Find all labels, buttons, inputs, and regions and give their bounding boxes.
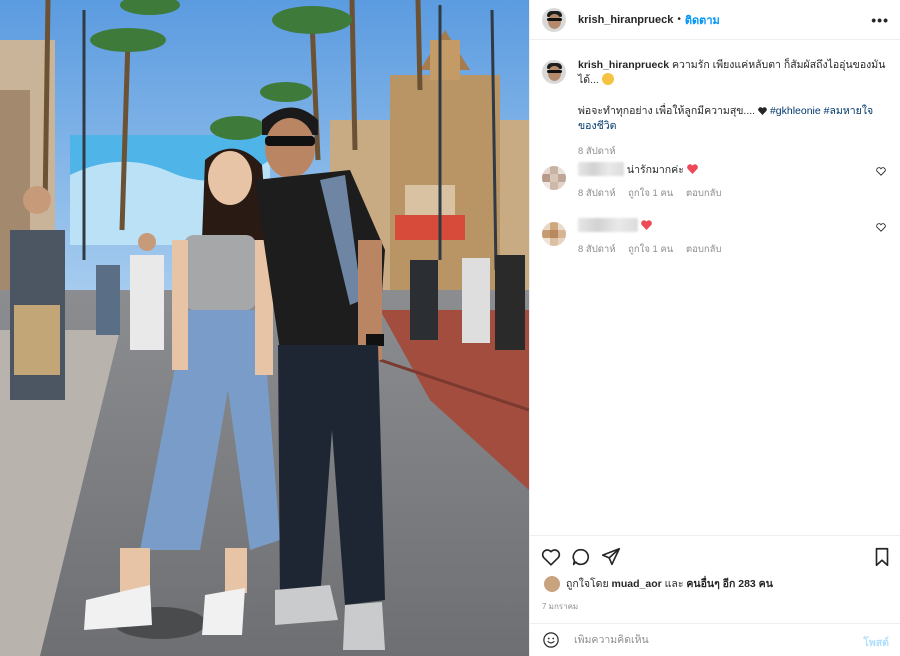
caption-username[interactable]: krish_hiranprueck [578,59,669,71]
likes-summary: ถูกใจโดย muad_aor และ คนอื่นๆ อีก 283 คน [544,575,773,592]
black-heart-icon [758,107,767,115]
comment-reply-button[interactable]: ตอบกลับ [686,244,722,255]
more-horizontal-icon[interactable]: ••• [871,12,889,28]
comment-time: 8 สัปดาห์ [578,244,616,255]
comment-likes[interactable]: ถูกใจ 1 คน [628,244,673,255]
post-comment-button[interactable]: โพสต์ [863,634,889,651]
red-heart-icon [641,220,652,230]
comment-text: น่ารักมากค่ะ [626,164,684,176]
comment-reply-button[interactable]: ตอบกลับ [686,188,722,199]
likes-prefix: ถูกใจโดย [566,578,609,590]
liker-username[interactable]: muad_aor [612,578,662,590]
caption-avatar[interactable] [542,60,566,84]
comment-time: 8 สัปดาห์ [578,188,616,199]
comment-likes[interactable]: ถูกใจ 1 คน [628,188,673,199]
comment-body: 8 สัปดาห์ ถูกใจ 1 คน ตอบกลับ [578,218,868,257]
post-header: krish_hiranprueck • ติดตาม ••• [530,0,900,40]
bookmark-icon[interactable] [871,546,893,568]
red-heart-icon [686,164,698,174]
emoji-smile-icon[interactable] [542,631,560,649]
caption-text-line2: พ่อจะทำทุกอย่าง เพื่อให้ลูกมีความสุข.... [578,105,756,117]
grin-emoji-icon [601,73,614,85]
comment-heart-icon[interactable] [876,223,886,232]
caption: krish_hiranprueck ความรัก เพียงแค่หลับตา… [542,58,892,159]
comment-username-blurred[interactable] [578,162,624,176]
likes-others-link[interactable]: คนอื่นๆ อีก 283 คน [686,575,772,592]
comment-input[interactable] [574,634,844,646]
author-username[interactable]: krish_hiranprueck [578,14,673,26]
photo-illustration [0,0,529,656]
caption-body: krish_hiranprueck ความรัก เพียงแค่หลับตา… [578,58,888,159]
comment-heart-icon[interactable] [876,167,886,176]
header-separator: • [677,14,681,25]
likes-middle: และ [664,578,684,590]
comment-avatar-blurred[interactable] [542,222,566,246]
comment-icon[interactable] [570,546,592,568]
author-avatar[interactable] [542,7,566,32]
heart-icon[interactable] [540,546,562,568]
liker-avatar[interactable] [544,575,560,592]
comment-item: น่ารักมากค่ะ 8 สัปดาห์ ถูกใจ 1 คน ตอบกลั… [542,162,892,201]
post-date: 7 มกราคม [542,602,579,611]
caption-time: 8 สัปดาห์ [578,146,616,157]
add-comment-bar: โพสต์ [530,623,900,656]
post-photo[interactable] [0,0,529,656]
hashtag-gkhleonie[interactable]: #gkhleonie [770,105,821,117]
action-bar [530,535,900,577]
comment-body: น่ารักมากค่ะ 8 สัปดาห์ ถูกใจ 1 คน ตอบกลั… [578,162,868,201]
comment-username-blurred[interactable] [578,218,638,232]
instagram-post: krish_hiranprueck • ติดตาม ••• krish_hir… [0,0,900,656]
follow-button[interactable]: ติดตาม [685,11,720,29]
comment-item: 8 สัปดาห์ ถูกใจ 1 คน ตอบกลับ [542,218,892,257]
post-sidebar: krish_hiranprueck • ติดตาม ••• krish_hir… [529,0,900,656]
comment-avatar-blurred[interactable] [542,166,566,190]
share-icon[interactable] [600,546,622,568]
